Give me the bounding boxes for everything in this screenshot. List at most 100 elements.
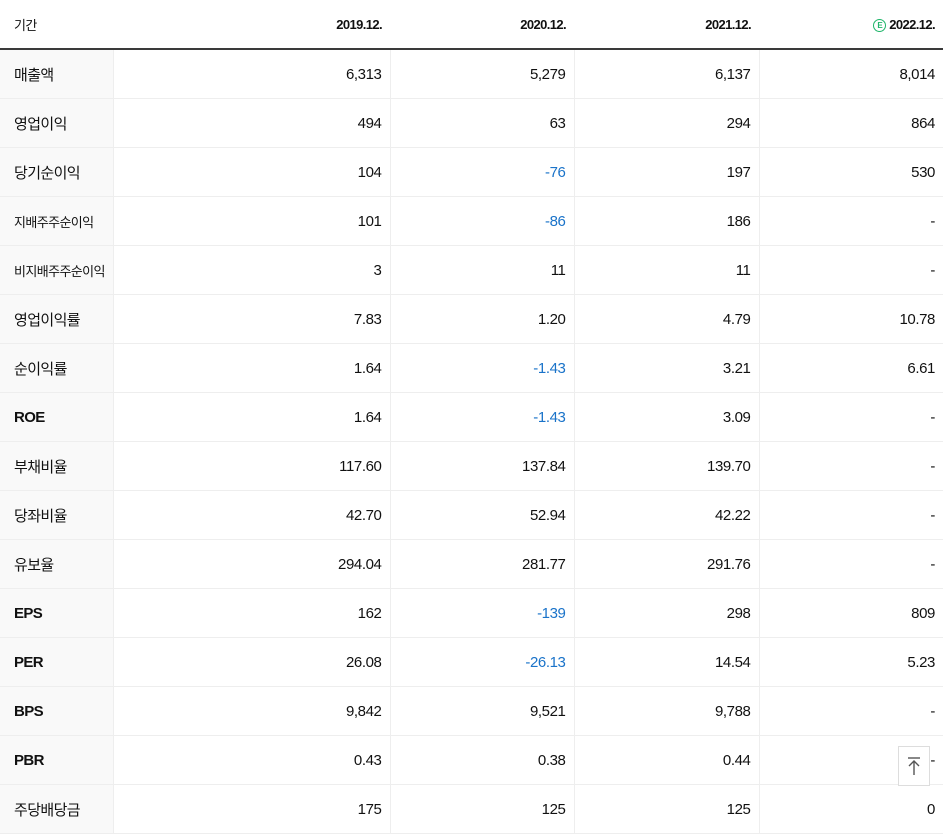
- value-cell: 1.20: [389, 294, 574, 344]
- table-row: 매출액 6,313 5,279 6,137 8,014: [0, 49, 943, 99]
- table-row: 순이익률 1.64 -1.43 3.21 6.61: [0, 343, 943, 393]
- table-row: ROE 1.64 -1.43 3.09-: [0, 392, 943, 442]
- value-cell: 0.44: [573, 735, 759, 785]
- row-label: ROE: [0, 392, 113, 442]
- value-cell: 125: [389, 784, 574, 834]
- value-cell: 101: [112, 196, 390, 246]
- value-cell: 294: [573, 98, 759, 148]
- value-cell: 0.43: [112, 735, 390, 785]
- value-cell: 9,788: [573, 686, 759, 736]
- value-cell: -: [758, 490, 943, 540]
- value-cell: 186: [573, 196, 759, 246]
- scroll-top-button[interactable]: [898, 746, 930, 786]
- value-cell: 6.61: [758, 343, 943, 393]
- row-label: 부채비율: [0, 441, 113, 491]
- table-row: 주당배당금 175 125 125 0: [0, 784, 943, 834]
- value-cell: 494: [112, 98, 390, 148]
- header-row: 기간 2019.12. 2020.12. 2021.12. E 2022.12.: [0, 0, 943, 50]
- value-cell: 864: [758, 98, 943, 148]
- row-label: 당좌비율: [0, 490, 113, 540]
- row-label: PER: [0, 637, 113, 687]
- estimate-icon: E: [873, 18, 887, 32]
- value-cell: 63: [389, 98, 574, 148]
- row-label: 순이익률: [0, 343, 113, 393]
- row-label: 매출액: [0, 49, 113, 99]
- value-cell: 298: [573, 588, 759, 638]
- value-cell: 0.38: [389, 735, 574, 785]
- value-cell: 3.21: [573, 343, 759, 393]
- value-cell: 9,842: [112, 686, 390, 736]
- row-label: BPS: [0, 686, 113, 736]
- row-label: 비지배주주순이익: [0, 245, 113, 295]
- row-label: EPS: [0, 588, 113, 638]
- value-cell: 294.04: [112, 539, 390, 589]
- value-cell: 1.64: [112, 343, 390, 393]
- value-cell: 6,137: [573, 49, 759, 99]
- table-row: 유보율 294.04 281.77 291.76-: [0, 539, 943, 589]
- value-cell: 3.09: [573, 392, 759, 442]
- value-cell: -86: [389, 196, 574, 246]
- value-cell: 137.84: [389, 441, 574, 491]
- row-label: 유보율: [0, 539, 113, 589]
- value-cell: -26.13: [389, 637, 574, 687]
- table-row: 영업이익 494 63 294 864: [0, 98, 943, 148]
- row-label: PBR: [0, 735, 113, 785]
- value-cell: -: [758, 539, 943, 589]
- row-label: 영업이익률: [0, 294, 113, 344]
- year-header: 2021.12.: [574, 0, 759, 50]
- value-cell: 52.94: [389, 490, 574, 540]
- year-header: 2019.12.: [113, 0, 390, 50]
- value-cell: 5.23: [758, 637, 943, 687]
- value-cell: 104: [112, 147, 390, 197]
- table-row: 당좌비율 42.70 52.94 42.22-: [0, 490, 943, 540]
- value-cell: 0: [758, 784, 943, 834]
- row-label: 주당배당금: [0, 784, 113, 834]
- value-cell: 3: [112, 245, 390, 295]
- period-header: 기간: [0, 0, 113, 50]
- table-row: 영업이익률 7.83 1.20 4.79 10.78: [0, 294, 943, 344]
- value-cell: 175: [112, 784, 390, 834]
- table-row: BPS 9,842 9,521 9,788-: [0, 686, 943, 736]
- year-header: 2020.12.: [390, 0, 574, 50]
- value-cell: -1.43: [389, 392, 574, 442]
- arrow-up-icon: [908, 757, 920, 775]
- table-row: PER 26.08 -26.13 14.54 5.23: [0, 637, 943, 687]
- value-cell: 5,279: [389, 49, 574, 99]
- financial-summary-table: 기간 2019.12. 2020.12. 2021.12. E 2022.12. …: [0, 0, 943, 834]
- table-row: 부채비율 117.60 137.84 139.70-: [0, 441, 943, 491]
- year-header-label: 2022.12.: [889, 16, 935, 32]
- table-row: PBR 0.43 0.38 0.44-: [0, 735, 943, 785]
- table-row: 당기순이익 104 -76 197 530: [0, 147, 943, 197]
- value-cell: 1.64: [112, 392, 390, 442]
- value-cell: -: [758, 392, 943, 442]
- table-row: EPS 162 -139 298 809: [0, 588, 943, 638]
- value-cell: 14.54: [573, 637, 759, 687]
- value-cell: 8,014: [758, 49, 943, 99]
- value-cell: 197: [573, 147, 759, 197]
- value-cell: 7.83: [112, 294, 390, 344]
- row-label: 지배주주순이익: [0, 196, 113, 246]
- value-cell: -: [758, 441, 943, 491]
- value-cell: -76: [389, 147, 574, 197]
- table-row: 지배주주순이익 101 -86 186-: [0, 196, 943, 246]
- value-cell: 42.70: [112, 490, 390, 540]
- value-cell: 281.77: [389, 539, 574, 589]
- value-cell: -: [758, 196, 943, 246]
- value-cell: 11: [389, 245, 574, 295]
- value-cell: 117.60: [112, 441, 390, 491]
- value-cell: 9,521: [389, 686, 574, 736]
- value-cell: -: [758, 245, 943, 295]
- value-cell: 10.78: [758, 294, 943, 344]
- row-label: 당기순이익: [0, 147, 113, 197]
- value-cell: 809: [758, 588, 943, 638]
- year-header-estimate: E 2022.12.: [759, 0, 943, 50]
- value-cell: 125: [573, 784, 759, 834]
- value-cell: 42.22: [573, 490, 759, 540]
- value-cell: 530: [758, 147, 943, 197]
- table-row: 비지배주주순이익 3 11 11-: [0, 245, 943, 295]
- row-label: 영업이익: [0, 98, 113, 148]
- value-cell: 139.70: [573, 441, 759, 491]
- value-cell: 6,313: [112, 49, 390, 99]
- value-cell: 162: [112, 588, 390, 638]
- value-cell: 4.79: [573, 294, 759, 344]
